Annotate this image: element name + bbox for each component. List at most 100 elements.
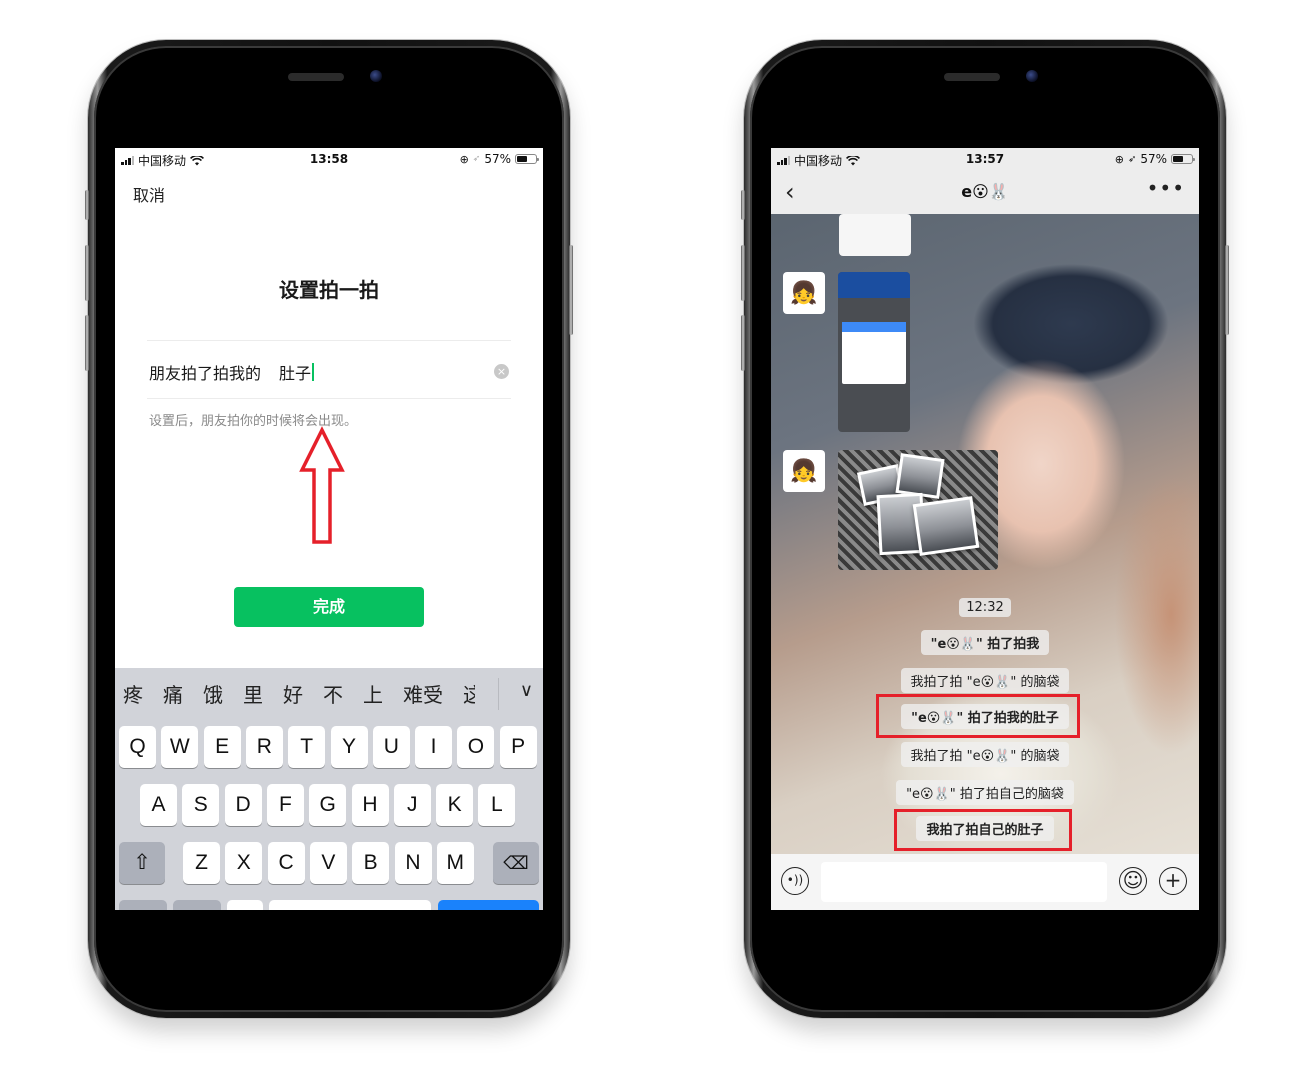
clear-icon[interactable]: × bbox=[494, 364, 509, 379]
message-input[interactable] bbox=[821, 862, 1107, 902]
done-button[interactable]: 完成 bbox=[234, 587, 424, 627]
key-r[interactable]: R bbox=[245, 726, 283, 768]
image-message[interactable] bbox=[838, 272, 910, 432]
return-key[interactable]: 完成 bbox=[438, 900, 539, 910]
key-e[interactable]: E bbox=[203, 726, 241, 768]
key-z[interactable]: Z bbox=[183, 842, 220, 884]
globe-icon[interactable]: 🌐 bbox=[173, 900, 221, 910]
space-key[interactable]: 空格 bbox=[269, 900, 431, 910]
front-camera bbox=[370, 70, 382, 82]
key-p[interactable]: P bbox=[499, 726, 537, 768]
key-h[interactable]: H bbox=[351, 784, 389, 826]
battery-percent: 57% bbox=[484, 152, 511, 166]
key-f[interactable]: F bbox=[266, 784, 304, 826]
chat-title: e😮🐰 bbox=[961, 182, 1009, 201]
key-u[interactable]: U bbox=[372, 726, 410, 768]
more-icon[interactable]: ••• bbox=[1147, 176, 1185, 200]
shift-key[interactable]: ⇧ bbox=[119, 842, 165, 884]
candidate[interactable]: 疼 bbox=[123, 679, 143, 708]
key-s[interactable]: S bbox=[182, 784, 220, 826]
volume-up-button bbox=[741, 245, 745, 301]
plus-icon[interactable]: + bbox=[1159, 867, 1187, 895]
key-k[interactable]: K bbox=[436, 784, 474, 826]
power-button bbox=[569, 245, 573, 335]
location-icon: ➶ bbox=[472, 154, 481, 164]
system-message: "e😮🐰" 拍了拍我 bbox=[771, 630, 1199, 655]
key-i[interactable]: I bbox=[415, 726, 453, 768]
red-arrow-annotation-icon bbox=[299, 426, 345, 544]
speaker-grille bbox=[944, 73, 1000, 81]
delete-key[interactable]: ⌫ bbox=[493, 842, 539, 884]
text-cursor bbox=[312, 363, 315, 381]
avatar[interactable]: 👧 bbox=[783, 450, 825, 492]
battery-icon bbox=[1171, 154, 1195, 164]
emoji-icon[interactable]: ☺ bbox=[1119, 867, 1147, 895]
key-w[interactable]: W bbox=[161, 726, 199, 768]
candidate[interactable]: 难受 bbox=[403, 679, 443, 708]
system-message-text: "e😮🐰" 拍了拍自己的脑袋 bbox=[896, 780, 1074, 805]
status-bar: 中国移动 13:58 ⊕ ➶ 57% bbox=[115, 148, 543, 170]
speaker-grille bbox=[288, 73, 344, 81]
candidate[interactable]: 不 bbox=[323, 679, 343, 708]
battery-icon bbox=[515, 154, 539, 164]
mute-switch bbox=[741, 190, 745, 220]
key-t[interactable]: T bbox=[288, 726, 326, 768]
key-row-3: ⇧ ⌫ ZXCVBNM bbox=[115, 842, 543, 884]
orientation-lock-icon: ⊕ bbox=[1114, 152, 1124, 166]
key-q[interactable]: Q bbox=[119, 726, 156, 768]
chevron-down-icon[interactable]: ∨ bbox=[520, 680, 533, 701]
candidate-bar: 疼 痛 饿 里 好 不 上 难受 这 bbox=[115, 668, 543, 718]
orientation-lock-icon: ⊕ bbox=[459, 152, 469, 166]
chat-header: ‹ e😮🐰 ••• bbox=[771, 170, 1199, 214]
key-d[interactable]: D bbox=[224, 784, 262, 826]
candidate[interactable]: 里 bbox=[243, 679, 263, 708]
key-b[interactable]: B bbox=[352, 842, 390, 884]
pat-prefix-label: 朋友拍了拍我的 bbox=[149, 364, 262, 383]
volume-down-button bbox=[85, 315, 89, 371]
pat-suffix-input[interactable]: 肚子 bbox=[279, 360, 311, 384]
mic-icon[interactable]: 🎙 bbox=[227, 900, 263, 910]
key-y[interactable]: Y bbox=[330, 726, 368, 768]
candidate[interactable]: 饿 bbox=[203, 679, 223, 708]
pat-text-field[interactable]: 朋友拍了拍我的 肚子 × bbox=[149, 360, 509, 384]
settings-screen: 中国移动 13:58 ⊕ ➶ 57% 取消 设置拍一拍 朋友拍了拍我的 肚子 ×… bbox=[115, 148, 543, 910]
voice-icon[interactable]: •)) bbox=[781, 867, 809, 895]
key-a[interactable]: A bbox=[140, 784, 177, 826]
battery-percent: 57% bbox=[1140, 152, 1167, 166]
key-j[interactable]: J bbox=[393, 784, 431, 826]
numbers-key[interactable]: 123 bbox=[119, 900, 167, 910]
candidate[interactable]: 这 bbox=[463, 679, 475, 708]
chat-screen: 中国移动 13:57 ⊕ ➶ 57% ‹ e😮🐰 ••• 👧 👧 12:32 "… bbox=[771, 148, 1199, 910]
system-message-text: "e😮🐰" 拍了拍我 bbox=[920, 630, 1050, 655]
mute-switch bbox=[85, 190, 89, 220]
left-phone-frame: 中国移动 13:58 ⊕ ➶ 57% 取消 设置拍一拍 朋友拍了拍我的 肚子 ×… bbox=[85, 40, 573, 1018]
divider bbox=[498, 678, 499, 710]
volume-down-button bbox=[741, 315, 745, 371]
candidate[interactable]: 痛 bbox=[163, 679, 183, 708]
image-message[interactable] bbox=[839, 214, 911, 256]
red-highlight-box bbox=[876, 694, 1080, 738]
key-c[interactable]: C bbox=[267, 842, 305, 884]
status-bar: 中国移动 13:57 ⊕ ➶ 57% bbox=[771, 148, 1199, 170]
key-o[interactable]: O bbox=[457, 726, 495, 768]
cancel-button[interactable]: 取消 bbox=[133, 182, 165, 206]
key-g[interactable]: G bbox=[309, 784, 347, 826]
chat-input-bar: •)) ☺ + bbox=[771, 854, 1199, 910]
divider bbox=[147, 398, 511, 399]
candidate[interactable]: 好 bbox=[283, 679, 303, 708]
system-message: 我拍了拍 "e😮🐰" 的脑袋 bbox=[771, 742, 1199, 767]
candidate[interactable]: 上 bbox=[363, 679, 383, 708]
key-l[interactable]: L bbox=[478, 784, 516, 826]
key-row-2: ASDFGHJKL bbox=[115, 784, 543, 826]
key-n[interactable]: N bbox=[394, 842, 432, 884]
image-message[interactable] bbox=[838, 450, 998, 570]
power-button bbox=[1225, 245, 1229, 335]
key-row-4: 123 🌐 🎙 空格 完成 bbox=[115, 900, 543, 910]
key-x[interactable]: X bbox=[225, 842, 263, 884]
key-row-1: QWERTYUIOP bbox=[115, 726, 543, 768]
key-v[interactable]: V bbox=[309, 842, 347, 884]
red-highlight-box bbox=[894, 809, 1072, 851]
avatar[interactable]: 👧 bbox=[783, 272, 825, 314]
key-m[interactable]: M bbox=[436, 842, 474, 884]
location-icon: ➶ bbox=[1127, 153, 1137, 165]
